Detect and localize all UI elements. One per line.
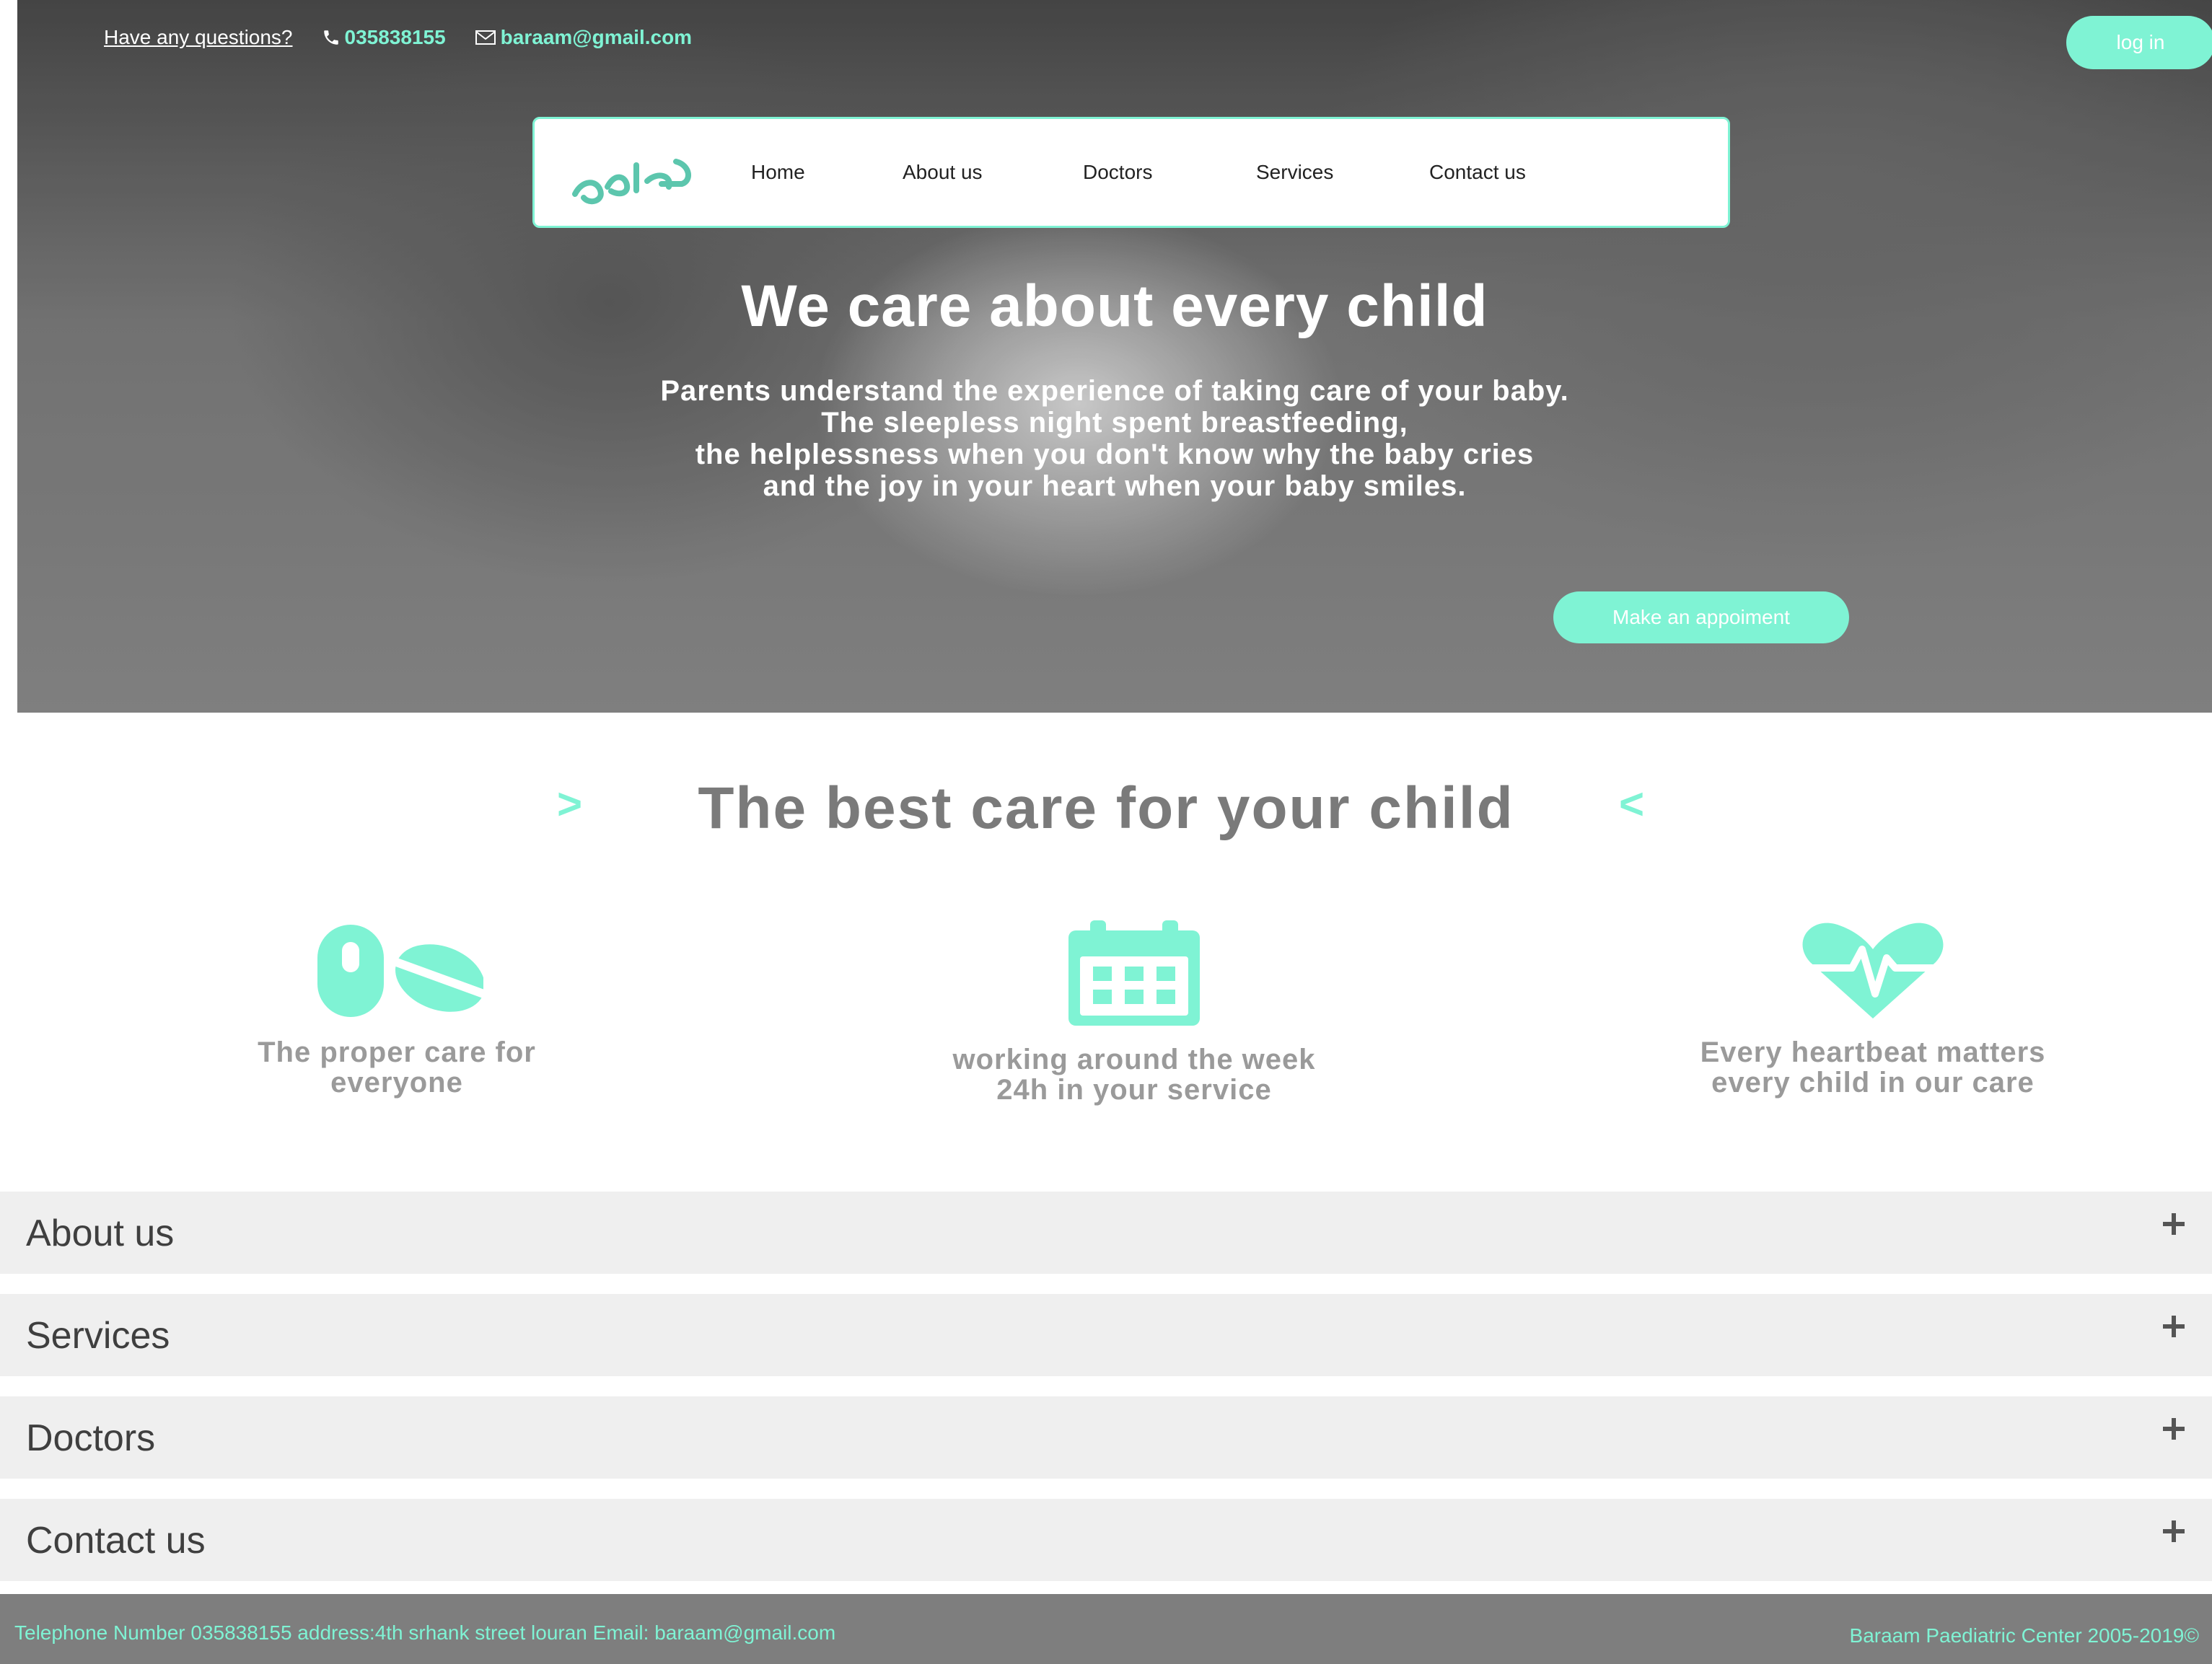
mail-icon (475, 30, 496, 45)
feature-caption-line: working around the week (952, 1044, 1316, 1075)
accordion-label: Doctors (26, 1417, 156, 1459)
feature-heartbeat: Every heartbeat matters every child in o… (1620, 920, 2125, 1098)
feature-caption-line: everyone (330, 1067, 463, 1099)
feature-caption-line: every child in our care (1711, 1067, 2035, 1099)
phone-contact[interactable]: 035838155 (322, 26, 446, 49)
hero-paragraph: Parents understand the experience of tak… (17, 375, 2212, 502)
footer: Telephone Number 035838155 address:4th s… (0, 1594, 2212, 1664)
calendar-icon (1068, 920, 1200, 1026)
accordion-services[interactable]: Services (0, 1294, 2212, 1376)
feature-caption-line: Every heartbeat matters (1700, 1036, 2046, 1068)
hero-line: and the joy in your heart when your baby… (763, 470, 1467, 502)
accordion-contact-us[interactable]: Contact us (0, 1499, 2212, 1581)
footer-contact-info: Telephone Number 035838155 address:4th s… (14, 1621, 836, 1644)
accordion-doctors[interactable]: Doctors (0, 1396, 2212, 1479)
nav-doctors[interactable]: Doctors (1083, 161, 1152, 184)
main-navbar: Home About us Doctors Services Contact u… (532, 117, 1730, 228)
pills-icon (317, 925, 483, 1017)
contact-topbar: Have any questions? 035838155 baraam@gma… (104, 26, 692, 49)
make-appointment-button[interactable]: Make an appoiment (1553, 591, 1849, 643)
section-title: The best care for your child (698, 775, 1514, 841)
hero-banner: Have any questions? 035838155 baraam@gma… (17, 0, 2212, 713)
hero-line: Parents understand the experience of tak… (660, 375, 1569, 407)
login-button[interactable]: log in (2066, 16, 2212, 69)
questions-link[interactable]: Have any questions? (104, 26, 293, 49)
phone-icon (323, 30, 338, 45)
brand-logo[interactable] (568, 136, 698, 216)
hero-title: We care about every child (741, 273, 1488, 339)
plus-icon[interactable] (2161, 1417, 2186, 1441)
feature-proper-care: The proper care for everyone (144, 920, 649, 1098)
phone-number: 035838155 (344, 26, 446, 48)
plus-icon[interactable] (2161, 1519, 2186, 1544)
nav-services[interactable]: Services (1256, 161, 1333, 184)
email-contact[interactable]: baraam@gmail.com (475, 26, 692, 49)
hero-line: The sleepless night spent breastfeeding, (821, 407, 1408, 439)
accordion-label: Contact us (26, 1520, 206, 1562)
feature-working-week: working around the week 24h in your serv… (882, 920, 1387, 1105)
footer-copyright: Baraam Paediatric Center 2005-2019© (1849, 1624, 2199, 1647)
feature-caption-line: The proper care for (258, 1036, 536, 1068)
heartbeat-icon (1801, 923, 1944, 1018)
accordion-label: Services (26, 1315, 170, 1357)
chevron-left-icon: < (1619, 780, 1645, 828)
feature-caption-line: 24h in your service (996, 1074, 1272, 1106)
nav-home[interactable]: Home (751, 161, 805, 184)
plus-icon[interactable] (2161, 1212, 2186, 1236)
nav-contact-us[interactable]: Contact us (1429, 161, 1526, 184)
accordion-label: About us (26, 1212, 175, 1254)
nav-about-us[interactable]: About us (903, 161, 983, 184)
email-address: baraam@gmail.com (500, 26, 693, 48)
plus-icon[interactable] (2161, 1314, 2186, 1339)
hero-line: the helplessness when you don't know why… (695, 439, 1535, 470)
accordion-about-us[interactable]: About us (0, 1192, 2212, 1274)
page: Have any questions? 035838155 baraam@gma… (0, 0, 2212, 1664)
